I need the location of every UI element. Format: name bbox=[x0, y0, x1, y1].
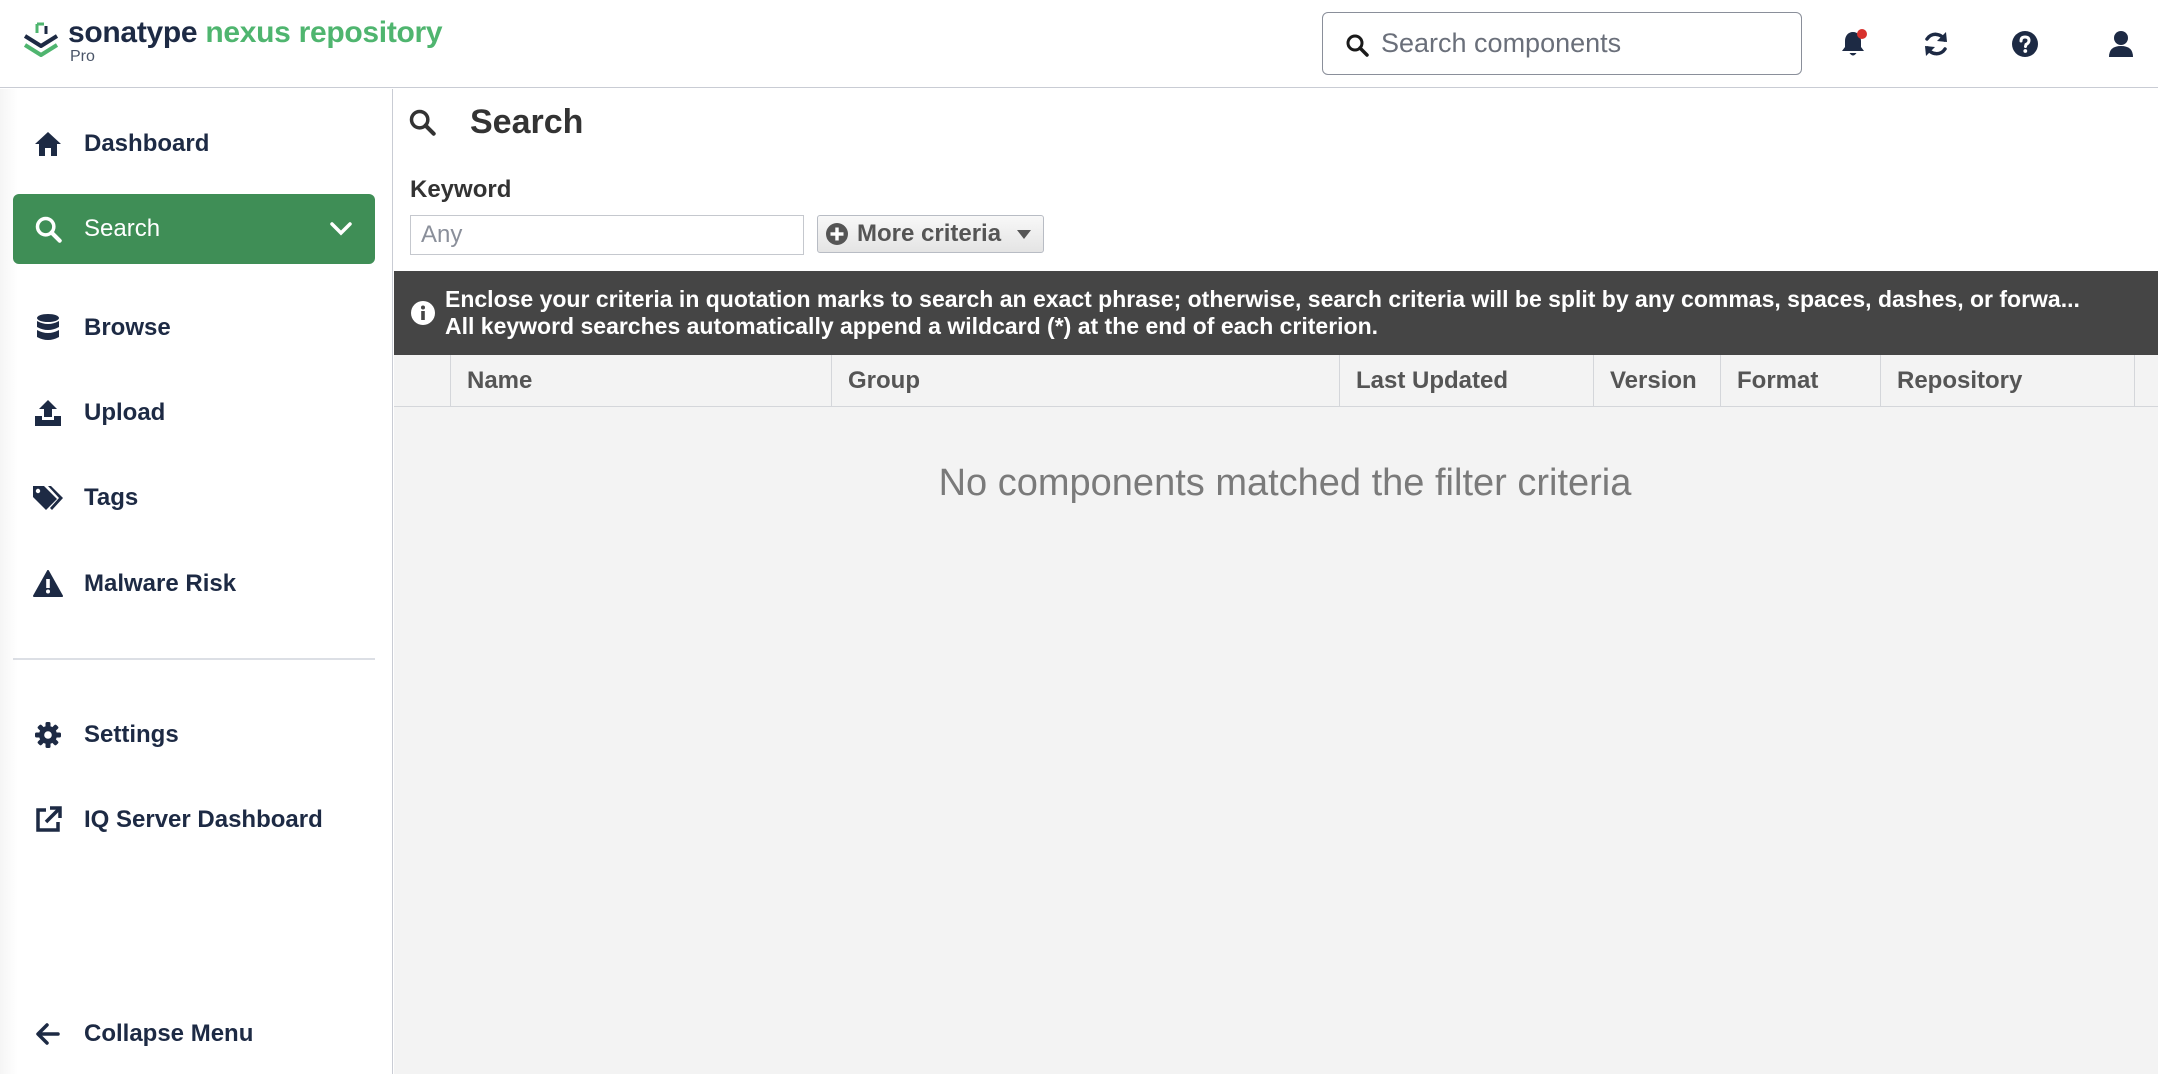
nav-item-label: Tags bbox=[84, 484, 139, 511]
edition-label: Pro bbox=[70, 48, 95, 65]
caret-down-icon bbox=[1017, 230, 1031, 239]
search-info-banner: Enclose your criteria in quotation marks… bbox=[394, 271, 2158, 355]
info-text-line-1: Enclose your criteria in quotation marks… bbox=[445, 286, 2080, 312]
nav-item-label: Search bbox=[84, 215, 161, 242]
nav-item-browse[interactable]: Browse bbox=[13, 293, 375, 363]
gear-icon bbox=[31, 718, 65, 752]
home-icon bbox=[31, 127, 65, 161]
info-text-line-2: All keyword searches automatically appen… bbox=[445, 313, 1379, 339]
logo-text: sonatype nexus repository bbox=[68, 16, 443, 50]
column-header-name[interactable]: Name bbox=[450, 355, 831, 407]
nav-item-label: Dashboard bbox=[84, 130, 210, 157]
column-header-format[interactable]: Format bbox=[1720, 355, 1880, 407]
nav-item-label: Settings bbox=[84, 721, 179, 748]
nav-item-iq-server-dashboard[interactable]: IQ Server Dashboard bbox=[13, 785, 375, 855]
nav-item-search[interactable]: Search bbox=[13, 194, 375, 264]
column-header-repository[interactable]: Repository bbox=[1880, 355, 2134, 407]
help-icon bbox=[2012, 31, 2038, 57]
notifications-button[interactable] bbox=[1835, 26, 1871, 62]
column-header-version[interactable]: Version bbox=[1593, 355, 1720, 407]
plus-circle-icon bbox=[826, 223, 848, 245]
nav-item-settings[interactable]: Settings bbox=[13, 700, 375, 770]
component-search-input[interactable] bbox=[1381, 23, 1781, 63]
tags-icon bbox=[31, 481, 65, 515]
refresh-button[interactable] bbox=[1918, 26, 1954, 62]
nav-item-upload[interactable]: Upload bbox=[13, 378, 375, 448]
nav-item-label: Upload bbox=[84, 399, 166, 426]
left-nav: Dashboard Search Browse Upload Tags Malw… bbox=[0, 89, 393, 1074]
nav-item-dashboard[interactable]: Dashboard bbox=[13, 109, 375, 179]
top-header: sonatype nexus repository Pro bbox=[0, 0, 2158, 88]
keyword-input[interactable] bbox=[410, 215, 804, 255]
nav-item-label: Browse bbox=[84, 314, 171, 341]
keyword-label: Keyword bbox=[410, 176, 512, 203]
results-grid-header: Name Group Last Updated Version Format R… bbox=[394, 355, 2158, 407]
info-icon bbox=[411, 301, 435, 325]
component-search-box[interactable] bbox=[1322, 12, 1802, 75]
user-icon bbox=[2109, 31, 2133, 57]
notification-dot bbox=[1857, 29, 1867, 39]
collapse-menu-button[interactable]: Collapse Menu bbox=[13, 999, 375, 1069]
warning-icon bbox=[31, 567, 65, 601]
arrow-left-icon bbox=[31, 1017, 65, 1051]
database-icon bbox=[31, 311, 65, 345]
empty-results-message: No components matched the filter criteri… bbox=[938, 462, 1632, 504]
external-link-icon bbox=[31, 803, 65, 837]
nav-item-label: IQ Server Dashboard bbox=[84, 806, 323, 833]
search-icon bbox=[409, 109, 436, 136]
upload-icon bbox=[31, 396, 65, 430]
nav-item-tags[interactable]: Tags bbox=[13, 463, 375, 533]
column-header-last-updated[interactable]: Last Updated bbox=[1339, 355, 1593, 407]
refresh-icon bbox=[1925, 32, 1947, 56]
column-header-extra bbox=[2134, 355, 2158, 407]
page-title: Search bbox=[470, 103, 584, 141]
brand-name: sonatype bbox=[68, 16, 198, 49]
sonatype-logo-mark-icon bbox=[23, 22, 59, 57]
nav-item-malware-risk[interactable]: Malware Risk bbox=[13, 549, 375, 619]
nav-item-label: Collapse Menu bbox=[84, 1020, 254, 1047]
help-button[interactable] bbox=[2007, 26, 2043, 62]
more-criteria-label: More criteria bbox=[857, 220, 1002, 247]
more-criteria-button[interactable]: More criteria bbox=[817, 215, 1044, 253]
search-icon bbox=[31, 212, 65, 246]
user-menu-button[interactable] bbox=[2103, 26, 2139, 62]
nav-divider bbox=[13, 658, 375, 660]
search-criteria-panel: Search Keyword More criteria bbox=[394, 89, 2158, 271]
search-page: Search Keyword More criteria Enclose you… bbox=[394, 89, 2158, 1074]
nav-item-label: Malware Risk bbox=[84, 570, 237, 597]
product-name: nexus repository bbox=[205, 16, 443, 49]
column-header-group[interactable]: Group bbox=[831, 355, 1339, 407]
chevron-down-icon[interactable] bbox=[329, 221, 353, 237]
search-icon bbox=[1346, 34, 1369, 57]
